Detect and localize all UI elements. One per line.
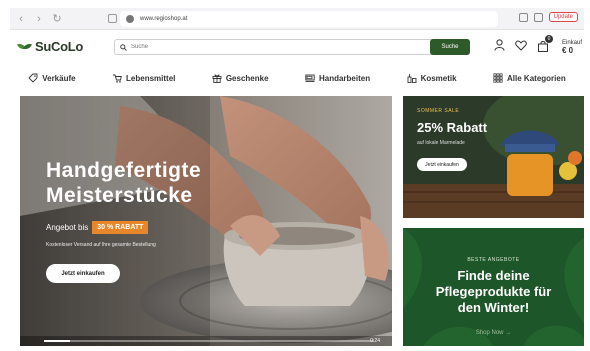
bookmark-icon[interactable] (108, 14, 117, 23)
jam-jar-image (403, 96, 584, 218)
search-bar: Suche (114, 39, 470, 55)
browser-toolbar: ‹ › ↻ www.regioshop.at Update (10, 8, 584, 30)
cart-summary[interactable]: Einkauf € 0 (562, 39, 582, 56)
forward-icon[interactable]: › (32, 12, 46, 26)
category-geschenke[interactable]: Geschenke (212, 73, 269, 83)
shipping-note: Kostenloser Versand auf Ihre gesamte Bes… (46, 242, 156, 248)
update-button[interactable]: Update (548, 12, 578, 22)
category-alle[interactable]: Alle Kategorien (493, 73, 566, 83)
tabs-icon[interactable] (533, 12, 543, 22)
user-icon[interactable] (494, 39, 505, 51)
hero-title-line-2: Meisterstücke (46, 184, 193, 207)
category-label: Kosmetik (420, 73, 457, 83)
category-label: Alle Kategorien (507, 73, 566, 83)
gift-icon (212, 74, 222, 83)
header-icons: 0 (494, 35, 553, 52)
promo-headline: 25% Rabatt (417, 120, 488, 135)
category-lebensmittel[interactable]: Lebensmittel (112, 73, 175, 83)
cart-button[interactable]: 0 (537, 35, 553, 52)
tag-icon (28, 73, 38, 83)
hero-banner: Handgefertigte Meisterstücke Angebot bis… (20, 96, 392, 346)
promo-subline: auf lokale Marmelade (417, 140, 465, 146)
category-label: Handarbeiten (318, 73, 371, 83)
promo-best-offers[interactable]: BESTE ANGEBOTE Finde deine Pflegeprodukt… (403, 228, 584, 346)
leaf-logo-icon (18, 42, 32, 52)
url-text: www.regioshop.at (140, 16, 188, 22)
search-button[interactable]: Suche (430, 39, 470, 55)
sewing-machine-icon (305, 74, 315, 82)
browser-actions: Update (518, 12, 578, 22)
address-bar[interactable]: www.regioshop.at (120, 11, 498, 27)
category-kosmetik[interactable]: Kosmetik (407, 73, 457, 83)
promo-shop-button[interactable]: Jetzt einkaufen (417, 158, 467, 171)
back-icon[interactable]: ‹ (14, 12, 28, 26)
promo-kicker: SOMMER SALE (417, 108, 460, 114)
site-info-icon[interactable] (126, 15, 134, 23)
category-nav: Verkäufe Lebensmittel Geschenke Handarbe… (10, 64, 584, 92)
promo-headline-line-1: Finde deine (457, 268, 530, 283)
category-label: Lebensmittel (126, 73, 176, 83)
page: ‹ › ↻ www.regioshop.at Update SuCoLo Suc… (0, 0, 590, 351)
discount-badge: 30 % RABATT (92, 221, 149, 234)
category-label: Verkäufe (42, 73, 76, 83)
shop-now-link[interactable]: Shop Now → (403, 330, 584, 336)
video-controls: 0:24 (20, 336, 392, 346)
promo-headline-line-2: Pflegeprodukte für (435, 284, 552, 299)
hero-title: Handgefertigte Meisterstücke (46, 158, 246, 208)
grocery-icon (113, 74, 122, 83)
hero-title-line-1: Handgefertigte (46, 159, 202, 182)
video-progress-fill (44, 340, 71, 342)
heart-icon[interactable] (515, 40, 527, 51)
category-verkaeufe[interactable]: Verkäufe (28, 73, 76, 83)
sidebar-icon[interactable] (518, 12, 528, 22)
site-header: SuCoLo Suche 0 (10, 30, 584, 64)
logo[interactable]: SuCoLo (18, 39, 83, 54)
category-label: Geschenke (225, 73, 269, 83)
reload-icon[interactable]: ↻ (50, 12, 64, 26)
promo-headline-line-3: den Winter! (457, 300, 530, 315)
cosmetics-icon (407, 74, 417, 83)
promo-summer-sale[interactable]: SOMMER SALE 25% Rabatt auf lokale Marmel… (403, 96, 584, 218)
search-icon (120, 43, 127, 51)
cart-count-badge: 0 (545, 35, 553, 43)
search-input[interactable] (131, 44, 421, 50)
category-handarbeiten[interactable]: Handarbeiten (305, 73, 370, 83)
video-time: 0:24 (370, 338, 380, 344)
cart-total: € 0 (562, 46, 574, 55)
promo-kicker: BESTE ANGEBOTE (467, 257, 520, 263)
logo-text: SuCoLo (35, 39, 84, 54)
video-progress-bar[interactable] (44, 340, 374, 342)
promo-headline: Finde deine Pflegeprodukte für den Winte… (403, 268, 584, 316)
offer-prefix: Angebot bis (46, 223, 89, 232)
grid-icon (493, 73, 503, 83)
hero-offer: Angebot bis 30 % RABATT (46, 221, 149, 234)
hero-shop-button[interactable]: Jetzt einkaufen (46, 264, 120, 283)
